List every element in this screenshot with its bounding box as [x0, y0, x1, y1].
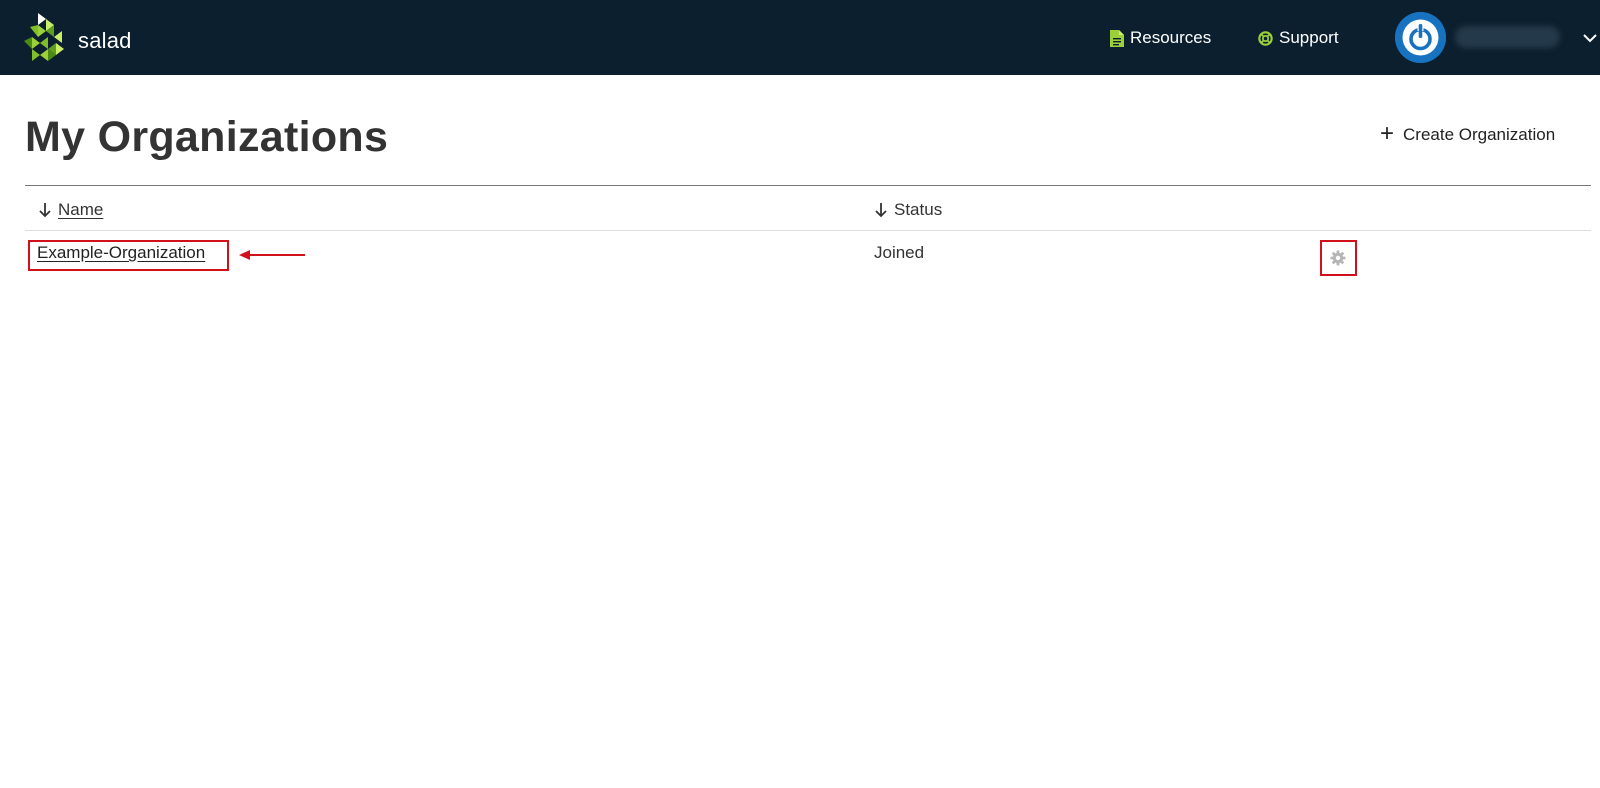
document-icon	[1109, 29, 1124, 47]
create-organization-label: Create Organization	[1403, 125, 1556, 144]
page-title: My Organizations	[25, 113, 389, 161]
nav-support-label: Support	[1279, 28, 1339, 47]
nav-resources-link[interactable]: Resources	[1109, 26, 1211, 50]
column-header-name-label: Name	[58, 200, 104, 219]
user-avatar[interactable]	[1395, 12, 1446, 63]
lifebuoy-icon	[1258, 30, 1273, 47]
salad-logo[interactable]: salad	[24, 12, 144, 64]
power-icon	[1395, 12, 1446, 63]
column-header-status-label: Status	[894, 200, 943, 219]
organization-name-link[interactable]: Example-Organization	[37, 243, 205, 267]
chevron-down-icon[interactable]	[1582, 30, 1598, 46]
table-top-divider	[25, 185, 1591, 186]
column-header-name[interactable]: Name	[38, 198, 103, 222]
column-header-status[interactable]: Status	[874, 198, 942, 222]
organization-status: Joined	[874, 243, 925, 262]
sort-down-arrow-icon	[38, 202, 52, 218]
organization-settings-button[interactable]	[1329, 249, 1347, 267]
callout-arrow-icon	[239, 248, 305, 262]
user-name-redacted[interactable]	[1455, 26, 1560, 48]
gear-icon	[1330, 250, 1346, 266]
plus-icon: +	[1380, 120, 1395, 147]
nav-support-link[interactable]: Support	[1258, 26, 1339, 50]
nav-resources-label: Resources	[1130, 28, 1212, 47]
top-nav-bar: salad Resources Support	[0, 0, 1600, 75]
table-header-divider	[25, 230, 1591, 231]
create-organization-button[interactable]: + Create Organization	[1380, 122, 1555, 148]
brand-name: salad	[78, 28, 132, 53]
sort-down-arrow-icon	[874, 202, 888, 218]
salad-logo-icon	[24, 13, 64, 61]
